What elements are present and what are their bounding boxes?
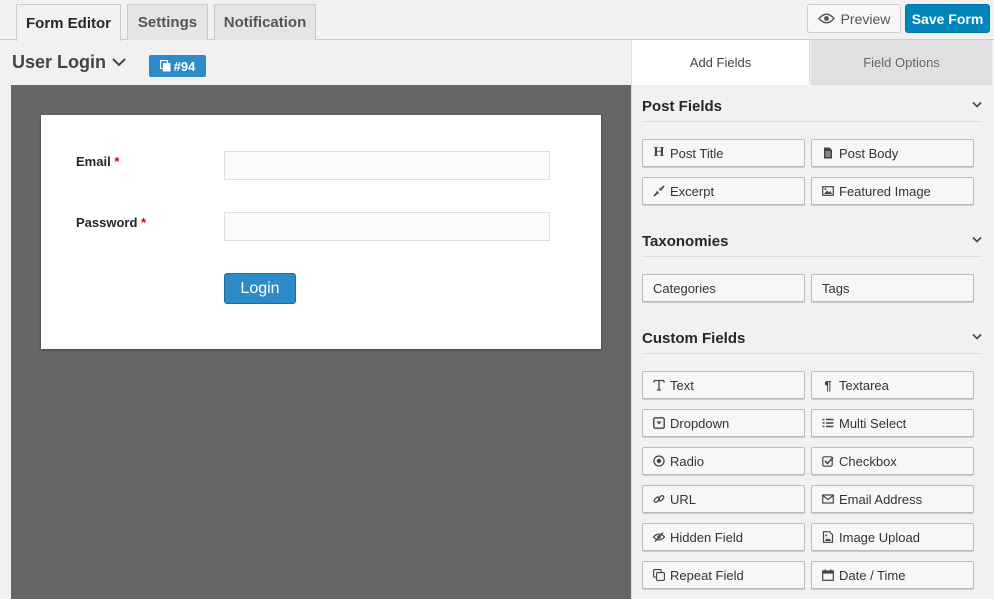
form-preview: Email * Password * Login bbox=[41, 115, 601, 349]
image-file-icon bbox=[822, 531, 834, 543]
add-tags-button[interactable]: Tags bbox=[811, 274, 974, 302]
paragraph-icon: ¶ bbox=[824, 377, 832, 393]
add-dropdown-button[interactable]: Dropdown bbox=[642, 409, 805, 437]
add-checkbox-button[interactable]: Checkbox bbox=[811, 447, 974, 475]
tab-notification[interactable]: Notification bbox=[214, 4, 316, 40]
copy-icon bbox=[159, 60, 171, 72]
email-field[interactable] bbox=[224, 151, 550, 180]
add-text-button[interactable]: Text bbox=[642, 371, 805, 399]
chevron-down-icon[interactable] bbox=[110, 55, 128, 69]
fields-panel: Add Fields Field Options Post Fields H Po… bbox=[631, 40, 992, 599]
section-custom-fields[interactable]: Custom Fields bbox=[642, 324, 982, 354]
login-button[interactable]: Login bbox=[224, 273, 296, 304]
chevron-down-icon bbox=[972, 333, 982, 340]
password-field[interactable] bbox=[224, 212, 550, 241]
tab-field-options[interactable]: Field Options bbox=[811, 40, 992, 85]
email-label: Email * bbox=[76, 154, 120, 169]
add-excerpt-button[interactable]: Excerpt bbox=[642, 177, 805, 205]
add-email-address-button[interactable]: Email Address bbox=[811, 485, 974, 513]
eye-icon bbox=[817, 13, 835, 24]
tab-settings[interactable]: Settings bbox=[127, 4, 208, 40]
add-multi-select-button[interactable]: Multi Select bbox=[811, 409, 974, 437]
checkbox-icon bbox=[822, 456, 834, 467]
add-featured-image-button[interactable]: Featured Image bbox=[811, 177, 974, 205]
tab-form-editor[interactable]: Form Editor bbox=[16, 4, 121, 41]
add-url-button[interactable]: URL bbox=[642, 485, 805, 513]
image-icon bbox=[822, 186, 834, 196]
section-title: Taxonomies bbox=[642, 233, 729, 250]
add-post-title-button[interactable]: H Post Title bbox=[642, 139, 805, 167]
compress-icon bbox=[653, 185, 665, 197]
section-post-fields[interactable]: Post Fields bbox=[642, 92, 982, 122]
form-title: User Login bbox=[12, 52, 107, 72]
eye-slash-icon bbox=[653, 532, 665, 542]
section-title: Custom Fields bbox=[642, 330, 746, 347]
add-radio-button[interactable]: Radio bbox=[642, 447, 805, 475]
add-image-upload-button[interactable]: Image Upload bbox=[811, 523, 974, 551]
form-id-badge[interactable]: #94 bbox=[149, 55, 206, 77]
chevron-down-icon bbox=[972, 101, 982, 108]
text-icon bbox=[653, 379, 665, 391]
add-hidden-field-button[interactable]: Hidden Field bbox=[642, 523, 805, 551]
password-label: Password * bbox=[76, 215, 147, 230]
preview-button[interactable]: Preview bbox=[807, 4, 901, 33]
chevron-down-icon bbox=[972, 236, 982, 243]
section-taxonomies[interactable]: Taxonomies bbox=[642, 227, 982, 257]
heading-icon: H bbox=[653, 145, 665, 160]
add-post-body-button[interactable]: Post Body bbox=[811, 139, 974, 167]
copy-icon bbox=[653, 569, 665, 581]
save-form-button[interactable]: Save Form bbox=[905, 4, 990, 33]
required-mark: * bbox=[114, 154, 120, 169]
document-icon bbox=[824, 147, 832, 159]
add-repeat-field-button[interactable]: Repeat Field bbox=[642, 561, 805, 589]
link-icon bbox=[653, 495, 665, 503]
add-categories-button[interactable]: Categories bbox=[642, 274, 805, 302]
envelope-icon bbox=[822, 494, 834, 504]
add-date-time-button[interactable]: Date / Time bbox=[811, 561, 974, 589]
tab-add-fields[interactable]: Add Fields bbox=[632, 40, 810, 85]
form-canvas: Email * Password * Login bbox=[11, 85, 631, 599]
dropdown-icon bbox=[653, 417, 665, 429]
list-icon bbox=[822, 418, 834, 428]
radio-icon bbox=[653, 455, 665, 467]
preview-label: Preview bbox=[840, 10, 891, 27]
section-title: Post Fields bbox=[642, 98, 723, 115]
form-id: #94 bbox=[173, 58, 196, 74]
calendar-icon bbox=[822, 569, 834, 581]
add-textarea-button[interactable]: ¶ Textarea bbox=[811, 371, 974, 399]
required-mark: * bbox=[141, 215, 147, 230]
